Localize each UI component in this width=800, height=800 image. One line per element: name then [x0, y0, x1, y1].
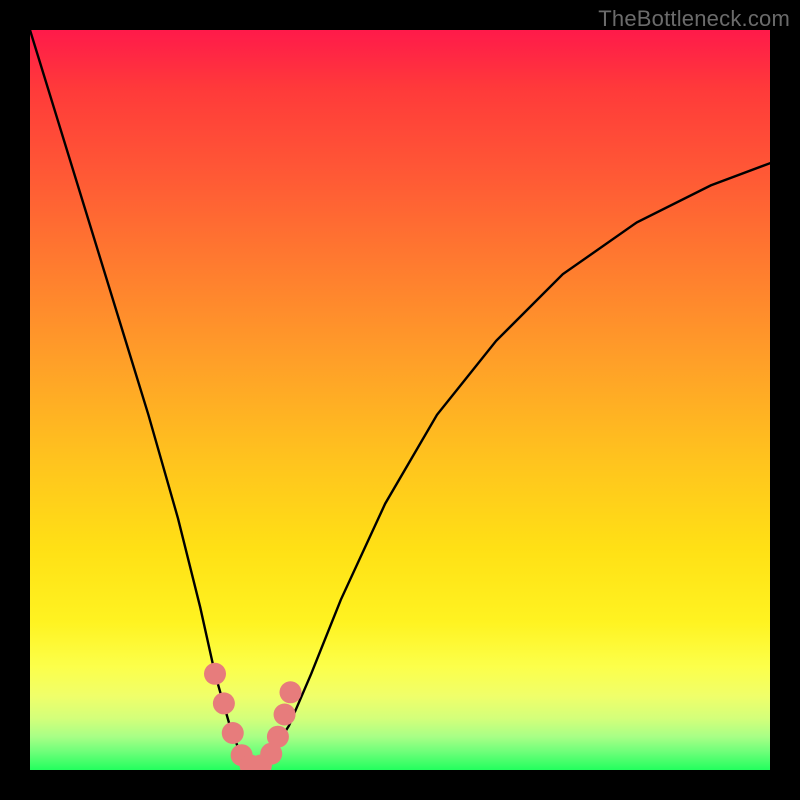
watermark-text: TheBottleneck.com [598, 6, 790, 32]
bottleneck-curve [30, 30, 770, 766]
left-marker-2 [213, 692, 235, 714]
left-marker-3 [222, 722, 244, 744]
left-marker-1 [204, 663, 226, 685]
marker-group [204, 663, 301, 770]
right-marker-2 [267, 726, 289, 748]
right-marker-3 [274, 704, 296, 726]
chart-svg [30, 30, 770, 770]
chart-stage: TheBottleneck.com [0, 0, 800, 800]
plot-area [30, 30, 770, 770]
right-marker-4 [279, 681, 301, 703]
